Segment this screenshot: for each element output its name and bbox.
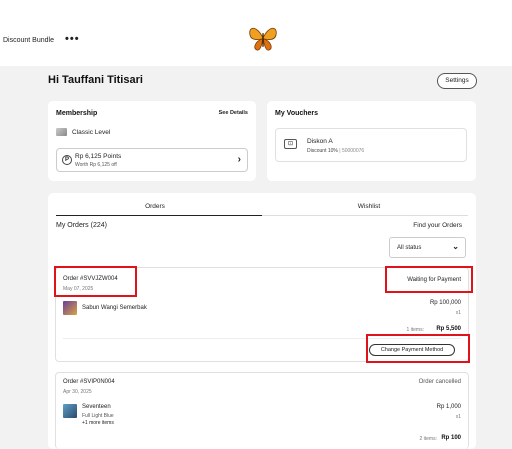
voucher-code: | 50000076 xyxy=(339,148,365,154)
see-details-link[interactable]: See Details xyxy=(219,110,248,116)
highlight-change-payment xyxy=(366,334,470,363)
tab-orders-underline xyxy=(56,215,262,216)
product-thumbnail xyxy=(63,404,77,418)
points-coin-icon: P xyxy=(62,155,72,165)
nav-discount-bundle[interactable]: Discount Bundle xyxy=(3,37,54,44)
product-name: Sabun Wangi Semerbak xyxy=(82,305,147,311)
voucher-title: Diskon A xyxy=(307,138,333,145)
membership-title: Membership xyxy=(56,110,98,117)
find-orders-link[interactable]: Find your Orders xyxy=(413,222,462,229)
product-price: Rp 100,000 xyxy=(429,300,461,306)
points-value: Rp 6,125 Points xyxy=(75,153,122,160)
items-count: 1 items: xyxy=(406,327,424,333)
points-row[interactable]: P Rp 6,125 Points Worth Rp 6,125 off › xyxy=(56,148,248,172)
tab-divider xyxy=(262,215,468,216)
product-price: Rp 1,000 xyxy=(436,404,461,410)
membership-card: Membership See Details Classic Level P R… xyxy=(48,101,256,181)
product-thumbnail xyxy=(63,301,77,315)
points-worth: Worth Rp 6,125 off xyxy=(75,162,117,168)
chevron-right-icon: › xyxy=(237,154,241,165)
product-name: Seventeen xyxy=(82,404,111,410)
membership-level: Classic Level xyxy=(72,129,111,136)
product-qty: x1 xyxy=(455,310,461,316)
greeting-title: Hi Tauffani Titisari xyxy=(48,74,143,86)
more-items: +1 more items xyxy=(82,420,114,426)
status-filter-select[interactable]: All status ⌄ xyxy=(389,237,466,258)
order-card[interactable]: Order #SVIP0N004 Apr 30, 2025 Order canc… xyxy=(55,372,469,449)
chevron-down-icon: ⌄ xyxy=(452,242,459,251)
order-date: Apr 30, 2025 xyxy=(63,389,92,395)
highlight-order-status xyxy=(385,266,473,293)
orders-card: Orders Wishlist My Orders (224) Find you… xyxy=(48,193,476,449)
order-total: Rp 5,500 xyxy=(436,326,461,332)
voucher-discount: Discount 10% xyxy=(307,148,338,154)
order-status: Order cancelled xyxy=(418,379,461,385)
settings-button[interactable]: Settings xyxy=(437,73,477,89)
more-horizontal-icon[interactable]: ••• xyxy=(65,33,80,45)
items-count: 2 items: xyxy=(419,436,437,442)
tab-orders[interactable]: Orders xyxy=(48,203,262,210)
membership-card-icon xyxy=(56,128,67,136)
order-total: Rp 100 xyxy=(441,435,461,441)
tab-wishlist[interactable]: Wishlist xyxy=(262,203,476,210)
vouchers-card: My Vouchers ⊡ Diskon A Discount 10% | 50… xyxy=(267,101,476,181)
status-filter-value: All status xyxy=(397,245,422,251)
voucher-item[interactable]: ⊡ Diskon A Discount 10% | 50000076 xyxy=(275,128,467,162)
vouchers-title: My Vouchers xyxy=(275,110,319,117)
product-qty: x1 xyxy=(455,414,461,420)
voucher-detail: Discount 10% | 50000076 xyxy=(307,148,364,154)
highlight-order-id xyxy=(54,266,137,297)
order-id: Order #SVIP0N004 xyxy=(63,379,115,385)
ticket-icon: ⊡ xyxy=(284,139,297,149)
product-variant: Full Light Blue xyxy=(82,413,114,419)
my-orders-title: My Orders (224) xyxy=(56,222,107,229)
butterfly-logo[interactable] xyxy=(247,23,279,53)
top-bar: Discount Bundle ••• xyxy=(0,0,512,66)
